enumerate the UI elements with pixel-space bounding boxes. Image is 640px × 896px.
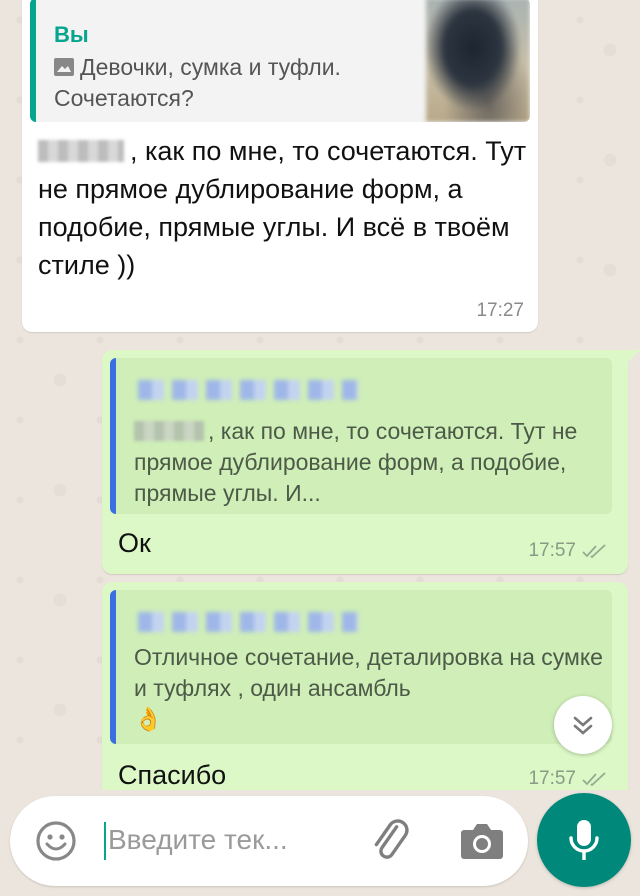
quote-text: Отличное сочетание, деталировка на сумке… bbox=[134, 642, 604, 735]
quote-body: Отличное сочетание, деталировка на сумке… bbox=[134, 644, 603, 701]
quote-text: , как по мне, то сочетаются. Тут не прям… bbox=[134, 416, 604, 509]
quote-bar bbox=[110, 590, 116, 744]
message-composer bbox=[10, 796, 528, 886]
message-input[interactable] bbox=[108, 820, 358, 860]
message-time: 17:57 bbox=[528, 540, 576, 561]
outgoing-message[interactable]: , как по мне, то сочетаются. Тут не прям… bbox=[102, 350, 640, 574]
message-text: Спасибо bbox=[118, 760, 227, 790]
message-text: , как по мне, то сочетаются. Тут не прям… bbox=[38, 132, 528, 284]
message-list[interactable]: Вы Девочки, сумка и туфли. Сочетаются? ,… bbox=[0, 0, 640, 790]
quote-author: Вы bbox=[54, 22, 89, 47]
text-caret bbox=[104, 822, 106, 860]
quote-text: Девочки, сумка и туфли. Сочетаются? bbox=[54, 54, 341, 111]
chevron-double-down-icon bbox=[573, 716, 593, 735]
quoted-message[interactable]: Отличное сочетание, деталировка на сумке… bbox=[110, 590, 612, 744]
quote-bar bbox=[30, 0, 36, 122]
incoming-message[interactable]: Вы Девочки, сумка и туфли. Сочетаются? ,… bbox=[22, 0, 538, 332]
message-meta: 17:57 bbox=[528, 540, 608, 562]
blurred-name bbox=[38, 140, 124, 162]
voice-record-button[interactable] bbox=[537, 793, 631, 887]
quote-thumbnail[interactable] bbox=[426, 0, 530, 122]
blurred-author bbox=[138, 612, 358, 632]
message-meta: 17:57 bbox=[528, 768, 608, 790]
mic-icon bbox=[569, 820, 599, 860]
double-check-icon bbox=[582, 772, 606, 787]
message-time: 17:27 bbox=[476, 300, 524, 321]
emoji-icon[interactable] bbox=[34, 819, 78, 863]
outgoing-message[interactable]: Отличное сочетание, деталировка на сумке… bbox=[102, 582, 628, 790]
quoted-message[interactable]: Вы Девочки, сумка и туфли. Сочетаются? bbox=[30, 0, 530, 122]
blurred-name bbox=[134, 421, 204, 441]
ok-hand-emoji: 👌 bbox=[134, 706, 163, 732]
quote-bar bbox=[110, 358, 116, 514]
camera-icon[interactable] bbox=[458, 818, 506, 864]
paperclip-icon[interactable] bbox=[366, 816, 416, 866]
message-time: 17:57 bbox=[528, 768, 576, 789]
quoted-message[interactable]: , как по мне, то сочетаются. Тут не прям… bbox=[110, 358, 612, 514]
blurred-author bbox=[138, 380, 358, 400]
message-text: Ок bbox=[118, 528, 151, 558]
double-check-icon bbox=[582, 544, 606, 559]
scroll-to-bottom-button[interactable] bbox=[554, 696, 612, 754]
